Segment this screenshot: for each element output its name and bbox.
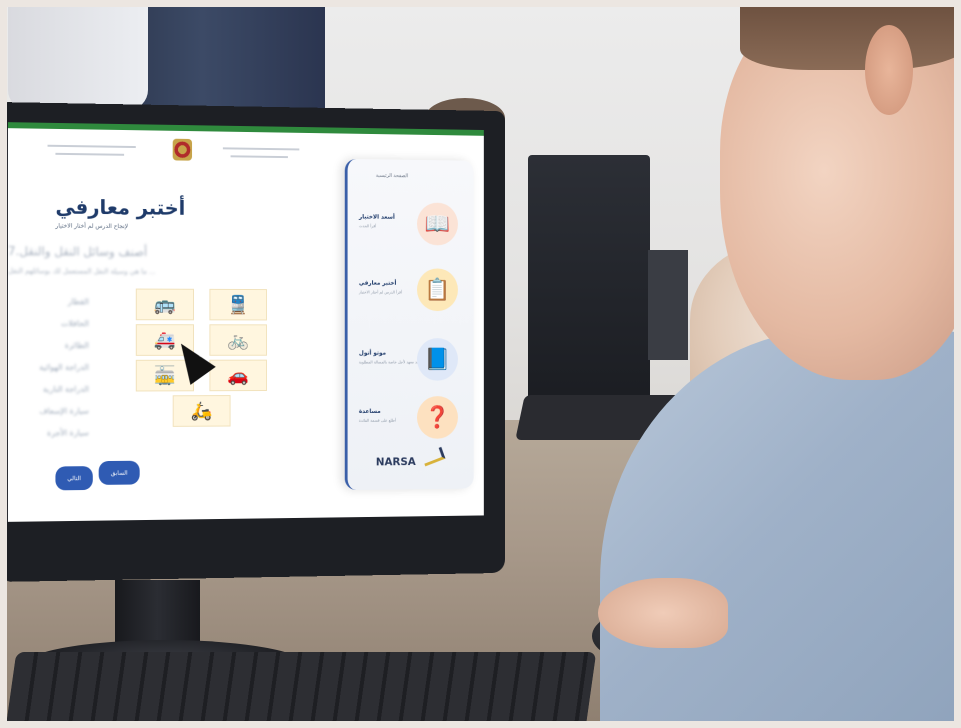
sidebar-item-label: أسعد الاختبار (358, 213, 395, 221)
background-curtain (120, 0, 325, 110)
help-icon: ❓ (417, 396, 458, 439)
bus-icon[interactable]: 🚌 (135, 288, 194, 321)
option-item[interactable]: الحافلات (8, 319, 97, 341)
student-hair (740, 0, 961, 70)
option-item[interactable]: الدراجة النارية (8, 385, 97, 407)
sidebar-item-desc: أقرأ الدرس لم أختار الاختيار (358, 289, 403, 295)
sidebar-item-label: مساعدة (358, 408, 381, 415)
keyboard (3, 652, 597, 728)
page-subtitle: لإنجاح الدرس لم أختار الاختيار (55, 222, 129, 231)
next-button[interactable]: التالي (55, 466, 93, 491)
sidebar-home-link[interactable]: الصفحة الرئيسية (376, 173, 408, 179)
header-strip (7, 122, 484, 136)
monitor: أختبر معارفي لإنجاح الدرس لم أختار الاخت… (0, 102, 506, 662)
book-icon: 📘 (417, 338, 458, 381)
option-item[interactable]: سيارة الأجرة (8, 428, 97, 451)
student-ear (865, 25, 913, 115)
option-item[interactable]: الدراجة الهوائية (8, 363, 97, 385)
sidebar-item-desc: أطلع على قسمة الفائدة (358, 417, 396, 423)
answer-options: القطار الحافلات الطائرة الدراجة الهوائية… (8, 297, 97, 451)
checklist-icon: 📋 (417, 268, 458, 312)
option-item[interactable]: القطار (8, 297, 97, 319)
sidebar-item-help[interactable]: مساعدة أطلع على قسمة الفائدة ❓ (355, 392, 465, 449)
header-text-right (222, 147, 300, 151)
sidebar-item-desc: أستعد معهد لأجل خاصة بالمسالة المطلوبة (358, 359, 425, 365)
narsa-logo: NARSA (375, 455, 416, 469)
sidebar-item-desc: أقرأ الحدث (358, 223, 377, 229)
car-icon[interactable]: 🚗 (209, 359, 267, 392)
question-heading: 7.أصنف وسائل النقل والنقل (7, 244, 148, 259)
sidebar-item-label: موتو أتول (358, 349, 387, 357)
page-title: أختبر معارفي (55, 194, 186, 220)
header-text-right-2 (230, 155, 288, 159)
background-person-left (8, 0, 148, 110)
scooter-icon[interactable]: 🛵 (172, 395, 231, 427)
narsa-check-icon (421, 446, 446, 467)
sidebar-item-label: أختبر معارفي (358, 279, 397, 287)
option-item[interactable]: سيارة الإسعاف (8, 407, 97, 429)
question-instruction: ما هي وسيلة النقل المستعمل لك بوسائلهم ا… (7, 267, 156, 276)
moroccan-emblem-icon (172, 138, 193, 161)
option-item[interactable]: الطائرة (8, 341, 97, 363)
sidebar-item-resources[interactable]: موتو أتول أستعد معهد لأجل خاصة بالمسالة … (355, 334, 465, 390)
sidebar: الصفحة الرئيسية أسعد الاختبار أقرأ الحدث… (344, 158, 474, 491)
photo-scene: أختبر معارفي لإنجاح الدرس لم أختار الاخت… (0, 0, 961, 728)
train-icon[interactable]: 🚆 (209, 288, 267, 321)
background-monitor (528, 155, 650, 405)
student-hand (598, 578, 728, 648)
monitor-screen: أختبر معارفي لإنجاح الدرس لم أختار الاخت… (7, 122, 484, 522)
background-monitor-far (648, 250, 688, 360)
reading-boy-icon: 📖 (417, 202, 458, 246)
header-text-left (47, 144, 136, 149)
sidebar-item-test[interactable]: أختبر معارفي أقرأ الدرس لم أختار الاختيا… (355, 264, 465, 321)
bicycle-icon[interactable]: 🚲 (209, 324, 267, 356)
previous-button[interactable]: السابق (98, 460, 140, 485)
sidebar-item-start[interactable]: أسعد الاختبار أقرأ الحدث 📖 (355, 198, 465, 255)
header-text-left-2 (55, 152, 125, 156)
